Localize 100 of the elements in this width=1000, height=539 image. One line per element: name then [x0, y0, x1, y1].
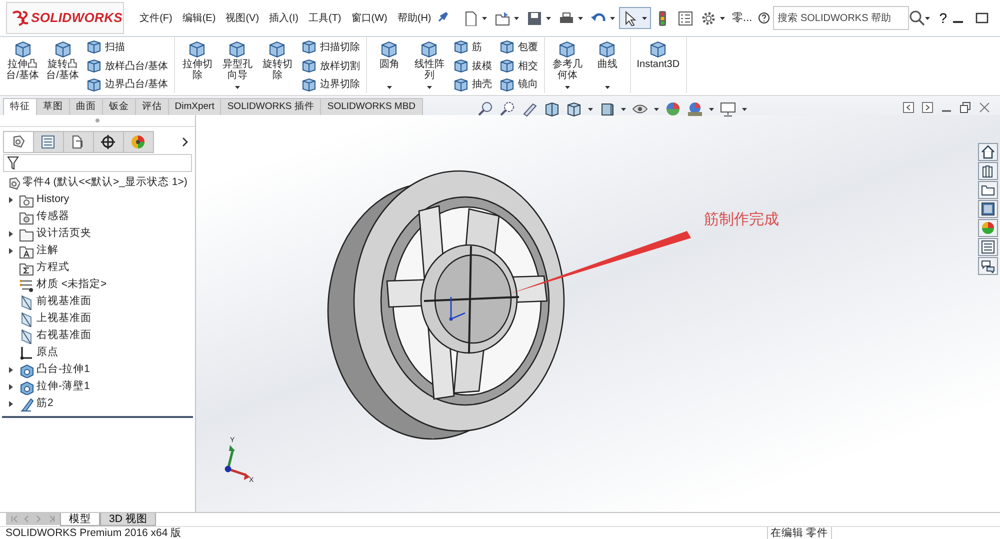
- command-button[interactable]: 镜向: [498, 76, 538, 94]
- restore-icon[interactable]: [960, 102, 971, 113]
- scene-icon[interactable]: [687, 101, 703, 117]
- origin-icon: [18, 346, 34, 361]
- command-button[interactable]: 扫描切除: [300, 39, 360, 56]
- list-icon[interactable]: [981, 240, 995, 254]
- expand-arrow-icon[interactable]: [8, 231, 12, 238]
- panel-tab[interactable]: [2, 131, 34, 153]
- command-tab[interactable]: SOLIDWORKS 插件: [220, 98, 322, 115]
- command-tab[interactable]: 评估: [134, 98, 169, 115]
- menu-item[interactable]: 视图(V): [220, 10, 264, 26]
- splitter-handle-icon[interactable]: [95, 118, 100, 123]
- command-tab[interactable]: 曲面: [68, 98, 103, 115]
- pencil-icon[interactable]: [522, 101, 538, 117]
- tree-item[interactable]: 传感器: [36, 209, 70, 226]
- panel-tab[interactable]: [62, 131, 94, 153]
- home-icon[interactable]: [981, 145, 995, 159]
- menu-item[interactable]: 帮助(H): [392, 10, 436, 26]
- tree-item[interactable]: 注解: [36, 243, 58, 260]
- pin-icon[interactable]: [436, 12, 448, 24]
- panel-tab[interactable]: [92, 131, 124, 153]
- menu-item[interactable]: 文件(F): [134, 10, 178, 26]
- command-tab[interactable]: DimXpert: [168, 98, 222, 115]
- tree-item[interactable]: 原点: [36, 345, 58, 362]
- command-tab[interactable]: 草图: [36, 98, 70, 115]
- tree-item[interactable]: History: [36, 192, 70, 208]
- cube-section-icon[interactable]: [544, 101, 560, 117]
- command-button[interactable]: 异型孔向导: [220, 39, 254, 93]
- cube-icon[interactable]: [599, 101, 615, 117]
- sphere-icon[interactable]: [665, 101, 681, 117]
- command-button[interactable]: Instant3D: [636, 39, 680, 93]
- tile-left-icon[interactable]: [903, 102, 914, 113]
- maximize-icon[interactable]: [974, 11, 989, 25]
- expand-arrow-icon[interactable]: [8, 197, 12, 204]
- chat-icon[interactable]: [981, 259, 995, 273]
- monitor-icon[interactable]: [720, 101, 736, 117]
- model-tab[interactable]: 3D 视图: [100, 513, 156, 526]
- tree-item[interactable]: 筋2: [36, 396, 54, 412]
- command-button[interactable]: 旋转凸台/基体: [46, 39, 79, 93]
- menu-item[interactable]: 工具(T): [303, 10, 346, 26]
- document-name: 零...: [732, 10, 752, 26]
- model-tab[interactable]: 模型: [60, 513, 100, 526]
- expand-arrow-icon[interactable]: [8, 367, 12, 374]
- filter-field[interactable]: [2, 154, 192, 172]
- command-button[interactable]: 放样凸台/基体: [86, 58, 168, 74]
- gear-icon: [701, 10, 716, 26]
- tree-item[interactable]: 上视基准面: [36, 311, 92, 328]
- folder-icon: [495, 10, 510, 26]
- block-icon: [267, 39, 288, 59]
- command-button[interactable]: 线性阵列: [412, 39, 446, 93]
- folder-icon[interactable]: [981, 183, 995, 197]
- menu-item[interactable]: 窗口(W): [346, 10, 392, 26]
- tree-item[interactable]: 拉伸-薄壁1: [36, 379, 90, 396]
- expand-arrow-icon[interactable]: [8, 248, 12, 254]
- command-button[interactable]: 边界切除: [300, 76, 360, 94]
- expand-arrow-icon[interactable]: [8, 401, 12, 408]
- caret-icon: [654, 108, 659, 110]
- command-button[interactable]: 边界凸台/基体: [86, 76, 168, 94]
- tree-item[interactable]: 设计活页夹: [36, 226, 92, 242]
- magnifier-icon[interactable]: [478, 101, 494, 117]
- command-button[interactable]: 圆角: [372, 39, 406, 93]
- axis-triad-icon: [224, 445, 250, 480]
- command-button[interactable]: 抽壳: [452, 76, 492, 94]
- command-button[interactable]: 相交: [498, 58, 538, 74]
- help-button[interactable]: ?: [935, 7, 951, 29]
- picture-icon[interactable]: [981, 202, 995, 216]
- command-button[interactable]: 拉伸凸台/基体: [6, 39, 39, 93]
- command-tab[interactable]: 钣金: [102, 98, 136, 115]
- tree-item[interactable]: 零件4 (默认<<默认>_显示状态 1>): [22, 175, 188, 192]
- books-icon[interactable]: [981, 164, 995, 178]
- command-button[interactable]: 拉伸切除: [180, 39, 214, 93]
- command-button[interactable]: 筋: [452, 39, 492, 56]
- logo-mark-icon: [11, 10, 29, 26]
- toolbar-button[interactable]: [619, 7, 652, 29]
- expand-arrow-icon[interactable]: [8, 384, 12, 390]
- block-icon: [557, 39, 578, 59]
- color-wheel-icon[interactable]: [981, 221, 995, 235]
- command-tab[interactable]: 特征: [2, 98, 37, 115]
- command-button[interactable]: 放样切割: [300, 58, 360, 74]
- tree-item[interactable]: 方程式: [36, 260, 70, 276]
- chevron-right-icon[interactable]: [181, 137, 189, 147]
- tree-item[interactable]: 右视基准面: [36, 328, 92, 344]
- command-tab[interactable]: SOLIDWORKS MBD: [320, 98, 423, 115]
- tree-item[interactable]: 前视基准面: [36, 294, 92, 310]
- close-icon[interactable]: [979, 102, 990, 113]
- tree-item[interactable]: 材质 <未指定>: [36, 277, 107, 294]
- menu-item[interactable]: 插入(I): [264, 10, 304, 26]
- magnifier-icon[interactable]: [500, 101, 516, 117]
- cube-icon[interactable]: [566, 101, 582, 117]
- search-field[interactable]: 搜索 SOLIDWORKS 帮助: [772, 6, 909, 30]
- command-button[interactable]: 包覆: [498, 39, 538, 56]
- command-button[interactable]: 扫描: [86, 39, 168, 56]
- command-button[interactable]: 拔模: [452, 58, 492, 74]
- command-button[interactable]: 参考几何体: [550, 39, 584, 93]
- search-icon[interactable]: [908, 10, 925, 26]
- command-button[interactable]: 旋转切除: [260, 39, 294, 93]
- tree-item[interactable]: 凸台-拉伸1: [36, 362, 90, 378]
- tile-right-icon[interactable]: [922, 102, 933, 113]
- command-button[interactable]: 曲线: [590, 39, 624, 93]
- menu-item[interactable]: 编辑(E): [177, 10, 221, 26]
